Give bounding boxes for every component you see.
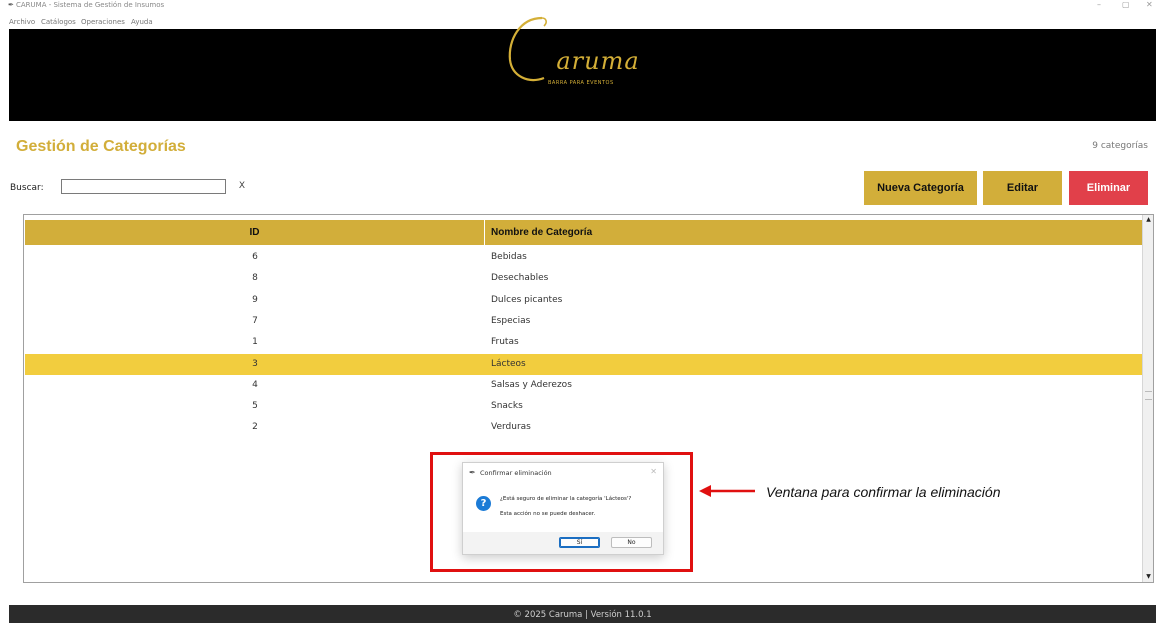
cell-category-name: Dulces picantes [491,294,563,305]
restore-button[interactable]: ▢ [1122,0,1130,10]
new-category-button[interactable]: Nueva Categoría [864,171,977,205]
table-row[interactable]: 7 Especias [25,311,1142,332]
cell-category-name: Lácteos [491,358,526,369]
cell-id: 9 [252,294,258,305]
menu-operaciones[interactable]: Operaciones [81,18,125,27]
search-input[interactable] [61,179,226,194]
category-count: 9 categorías [1092,141,1148,151]
close-button[interactable]: ✕ [1146,0,1153,10]
scroll-grip-icon[interactable] [1145,391,1152,400]
logo-tagline: BARRA PARA EVENTOS [548,80,614,86]
annotation-arrow-icon [699,485,755,497]
cell-category-name: Salsas y Aderezos [491,379,572,390]
delete-button[interactable]: Eliminar [1069,171,1148,205]
question-icon: ? [476,496,491,511]
table-row[interactable]: 6 Bebidas [25,247,1142,268]
clear-search-button[interactable]: X [235,179,249,194]
edit-button[interactable]: Editar [983,171,1062,205]
menu-catalogos[interactable]: Catálogos [41,18,76,27]
column-header-id[interactable]: ID [25,220,485,245]
footer-bar: © 2025 Caruma | Versión 11.0.1 [9,605,1156,623]
cell-category-name: Snacks [491,401,523,412]
confirm-delete-dialog: ✒ Confirmar eliminación ✕ ? ¿Está seguro… [462,462,664,555]
cell-category-name: Frutas [491,337,519,348]
cell-id: 3 [252,358,258,369]
menu-archivo[interactable]: Archivo [9,18,35,27]
annotation-text: Ventana para confirmar la eliminación [766,484,1001,500]
column-header-name[interactable]: Nombre de Categoría [491,220,791,245]
table-row[interactable]: 2 Verduras [25,417,1142,438]
dialog-detail: Esta acción no se puede deshacer. [500,511,596,517]
cell-id: 5 [252,401,258,412]
vertical-scrollbar[interactable]: ▲ ▼ [1142,215,1153,582]
cell-category-name: Desechables [491,273,549,284]
cell-id: 6 [252,252,258,262]
dialog-no-button[interactable]: No [611,537,652,548]
cell-id: 4 [252,379,258,390]
dialog-close-icon[interactable]: ✕ [650,467,657,477]
scroll-down-arrow-icon[interactable]: ▼ [1144,573,1153,581]
cell-id: 7 [252,315,258,326]
dialog-footer: Sí No [463,532,663,554]
dialog-yes-button[interactable]: Sí [559,537,600,548]
dialog-message: ¿Está seguro de eliminar la categoría 'L… [500,496,632,502]
minimize-button[interactable]: – [1097,0,1101,10]
cell-id: 8 [252,273,258,284]
cell-id: 2 [252,422,258,433]
window-title: CARUMA - Sistema de Gestión de Insumos [16,1,165,9]
cell-category-name: Bebidas [491,252,527,262]
table-header: ID Nombre de Categoría [25,220,1142,245]
scroll-up-arrow-icon[interactable]: ▲ [1144,216,1153,224]
table-row[interactable]: 5 Snacks [25,396,1142,417]
cell-id: 1 [252,337,258,348]
cell-category-name: Verduras [491,422,531,433]
app-icon: ✒ [8,1,14,9]
table-row[interactable]: 1 Frutas [25,332,1142,353]
menu-ayuda[interactable]: Ayuda [131,18,153,27]
table-row[interactable]: 8 Desechables [25,268,1142,289]
table-row[interactable]: 3 Lácteos [25,353,1142,375]
table-row[interactable]: 4 Salsas y Aderezos [25,375,1142,396]
table-row[interactable]: 9 Dulces picantes [25,290,1142,311]
footer-text: © 2025 Caruma | Versión 11.0.1 [513,610,652,620]
dialog-app-icon: ✒ [469,468,476,477]
page-title: Gestión de Categorías [16,138,186,155]
dialog-title: Confirmar eliminación [480,469,552,477]
search-label: Buscar: [10,183,44,193]
cell-category-name: Especias [491,315,531,326]
app-window: ✒ CARUMA - Sistema de Gestión de Insumos… [0,0,1156,623]
